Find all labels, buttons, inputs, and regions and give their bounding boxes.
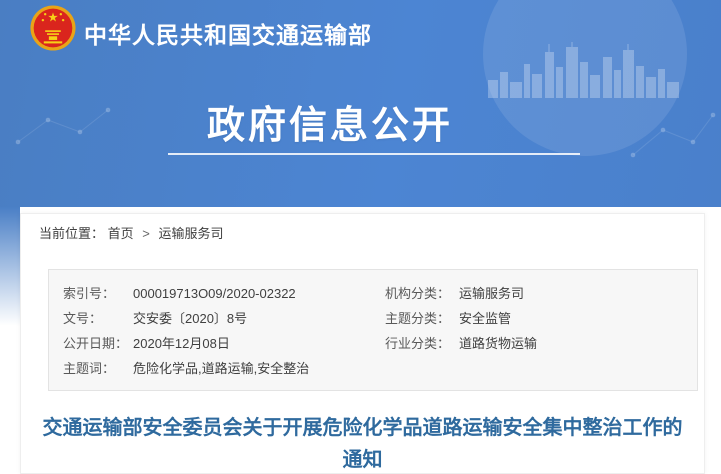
page-title: 政府信息公开 [0, 94, 660, 149]
table-row: 文号： 交安委〔2020〕8号 主题分类： 安全监管 [63, 306, 697, 331]
meta-value-doc-no: 交安委〔2020〕8号 [133, 306, 385, 331]
breadcrumb: 当前位置： 首页 > 运输服务司 [21, 214, 704, 242]
content-card: 当前位置： 首页 > 运输服务司 索引号： 000019713O09/2020-… [20, 213, 705, 474]
meta-value-keywords: 危险化学品,道路运输,安全整治 [133, 356, 385, 381]
site-title[interactable]: 中华人民共和国交通运输部 [84, 16, 372, 50]
meta-value-industry-category: 道路货物运输 [459, 331, 697, 356]
meta-label-industry-category: 行业分类： [385, 331, 459, 356]
page: 中华人民共和国交通运输部 政府信息公开 当前位置： 首页 > 运输服务司 索引号… [0, 0, 721, 474]
meta-value-publish-date: 2020年12月08日 [133, 331, 385, 356]
breadcrumb-home-link[interactable]: 首页 [108, 226, 134, 241]
meta-value-index-no: 000019713O09/2020-02322 [133, 281, 385, 306]
meta-label-doc-no: 文号： [63, 306, 133, 331]
meta-value-empty [459, 356, 697, 381]
meta-label-org-category: 机构分类： [385, 281, 459, 306]
table-row: 主题词： 危险化学品,道路运输,安全整治 [63, 356, 697, 381]
table-row: 索引号： 000019713O09/2020-02322 机构分类： 运输服务司 [63, 281, 697, 306]
background-fade [0, 207, 20, 332]
document-title: 交通运输部安全委员会关于开展危险化学品道路运输安全集中整治工作的通知 [37, 412, 689, 474]
meta-label-topic-category: 主题分类： [385, 306, 459, 331]
meta-label-publish-date: 公开日期： [63, 331, 133, 356]
table-row: 公开日期： 2020年12月08日 行业分类： 道路货物运输 [63, 331, 697, 356]
china-national-emblem-icon [30, 5, 76, 51]
meta-value-org-category: 运输服务司 [459, 281, 697, 306]
breadcrumb-separator: > [142, 226, 150, 241]
document-meta-table: 索引号： 000019713O09/2020-02322 机构分类： 运输服务司… [48, 269, 698, 391]
meta-label-empty [385, 356, 459, 381]
meta-label-index-no: 索引号： [63, 281, 133, 306]
site-header: 中华人民共和国交通运输部 [0, 0, 721, 56]
banner-underline [168, 153, 580, 155]
breadcrumb-current-link[interactable]: 运输服务司 [159, 226, 224, 241]
meta-value-topic-category: 安全监管 [459, 306, 697, 331]
breadcrumb-prefix: 当前位置： [39, 226, 104, 241]
header-banner: 中华人民共和国交通运输部 政府信息公开 [0, 0, 721, 207]
meta-label-keywords: 主题词： [63, 356, 133, 381]
